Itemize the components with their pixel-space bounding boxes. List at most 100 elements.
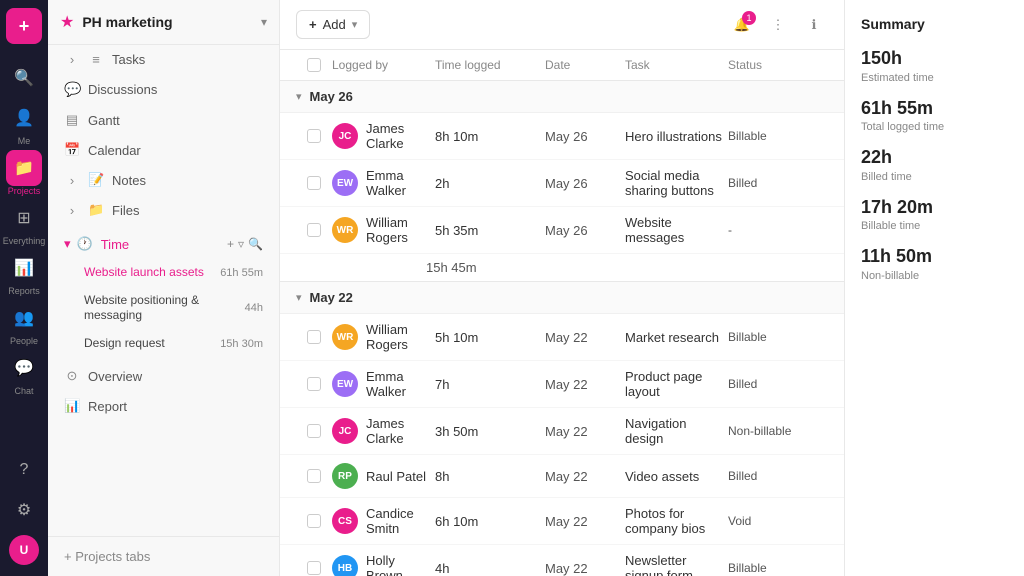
time-filter-icon[interactable]: ▿ xyxy=(238,237,244,251)
date-group-header-1[interactable]: ▾ May 22 xyxy=(280,282,844,314)
tasks-list-icon: ≡ xyxy=(88,52,104,67)
avatar: EW xyxy=(332,371,358,397)
projects-label: Projects xyxy=(8,186,41,196)
sidebar-item-files[interactable]: › 📁 Files xyxy=(48,195,279,225)
row-checkbox-cell[interactable] xyxy=(296,377,332,391)
reports-button[interactable]: 📊 xyxy=(6,250,42,286)
top-right-actions: 🔔 1 ⋮ ℹ xyxy=(728,11,828,39)
search-button[interactable]: 🔍 xyxy=(6,60,42,96)
row-checkbox-cell[interactable] xyxy=(296,514,332,528)
add-chevron-icon: ▾ xyxy=(352,18,358,31)
row-checkbox-icon[interactable] xyxy=(307,330,321,344)
user-cell: WR William Rogers xyxy=(332,322,435,352)
everything-button[interactable]: ⊞ xyxy=(6,200,42,236)
user-name: Raul Patel xyxy=(366,469,426,484)
status-cell: Billable xyxy=(728,330,828,344)
more-options-button[interactable]: ⋮ xyxy=(764,11,792,39)
new-button[interactable]: + xyxy=(6,8,42,44)
time-subitem-design-request[interactable]: Design request 15h 30m xyxy=(48,330,279,358)
avatar: CS xyxy=(332,508,358,534)
files-icon: 📁 xyxy=(88,202,104,218)
projects-button[interactable]: 📁 xyxy=(6,150,42,186)
stat-value-0: 150h xyxy=(861,48,1008,70)
row-checkbox-cell[interactable] xyxy=(296,330,332,344)
sidebar-item-calendar[interactable]: 📅 Calendar xyxy=(48,135,279,165)
row-checkbox-icon[interactable] xyxy=(307,223,321,237)
avatar: HB xyxy=(332,555,358,576)
row-checkbox-icon[interactable] xyxy=(307,469,321,483)
table-row: CS Candice Smitn 6h 10m May 22 Photos fo… xyxy=(280,498,844,545)
settings-button[interactable]: ⚙ xyxy=(6,492,42,528)
project-header[interactable]: ★ PH marketing ▾ xyxy=(48,0,279,45)
date-group-header-0[interactable]: ▾ May 26 xyxy=(280,81,844,113)
chat-button[interactable]: 💬 xyxy=(6,350,42,386)
me-button[interactable]: 👤 xyxy=(6,100,42,136)
row-checkbox-icon[interactable] xyxy=(307,514,321,528)
time-add-icon[interactable]: + xyxy=(227,237,234,251)
status-cell: Billed xyxy=(728,176,828,190)
select-all-checkbox[interactable] xyxy=(296,58,332,72)
avatar: RP xyxy=(332,463,358,489)
task-cell: Website messages xyxy=(625,215,728,245)
user-cell: RP Raul Patel xyxy=(332,463,435,489)
row-checkbox-icon[interactable] xyxy=(307,561,321,575)
sidebar-item-report[interactable]: 📊 Report xyxy=(48,391,279,421)
table-row: JC James Clarke 8h 10m May 26 Hero illus… xyxy=(280,113,844,160)
notes-chevron-icon: › xyxy=(64,173,80,188)
date-cell: May 26 xyxy=(545,176,625,191)
sidebar-item-overview[interactable]: ⊙ Overview xyxy=(48,361,279,391)
time-subitem-design-request-time: 15h 30m xyxy=(220,338,263,350)
time-logged-cell: 2h xyxy=(435,176,545,191)
checkbox-icon[interactable] xyxy=(307,58,321,72)
row-checkbox-cell[interactable] xyxy=(296,223,332,237)
date-cell: May 22 xyxy=(545,424,625,439)
user-cell: CS Candice Smitn xyxy=(332,506,435,536)
calendar-label: Calendar xyxy=(88,143,263,158)
row-checkbox-cell[interactable] xyxy=(296,469,332,483)
time-logged-cell: 7h xyxy=(435,377,545,392)
row-checkbox-cell[interactable] xyxy=(296,424,332,438)
table-row: RP Raul Patel 8h May 22 Video assets Bil… xyxy=(280,455,844,498)
user-cell: EW Emma Walker xyxy=(332,369,435,399)
chat-label: Chat xyxy=(14,386,33,396)
date-cell: May 22 xyxy=(545,514,625,529)
add-tabs-button[interactable]: + Projects tabs xyxy=(48,541,279,572)
date-cell: May 22 xyxy=(545,330,625,345)
tasks-icon: › xyxy=(64,52,80,67)
sidebar-item-tasks[interactable]: › ≡ Tasks xyxy=(48,45,279,74)
table-row: HB Holly Brown 4h May 22 Newsletter sign… xyxy=(280,545,844,576)
gantt-label: Gantt xyxy=(88,113,263,128)
col-task: Task xyxy=(625,58,728,72)
col-date: Date xyxy=(545,58,625,72)
time-subitem-design-request-name: Design request xyxy=(84,336,220,352)
time-search-icon[interactable]: 🔍 xyxy=(248,237,263,251)
row-checkbox-cell[interactable] xyxy=(296,561,332,575)
sidebar-item-discussions[interactable]: 💬 Discussions xyxy=(48,74,279,105)
add-button[interactable]: + Add ▾ xyxy=(296,10,370,39)
row-checkbox-icon[interactable] xyxy=(307,129,321,143)
help-button[interactable]: ? xyxy=(6,452,42,488)
nav-bottom: + Projects tabs xyxy=(48,536,279,576)
time-logged-cell: 6h 10m xyxy=(435,514,545,529)
row-checkbox-icon[interactable] xyxy=(307,176,321,190)
info-button[interactable]: ℹ xyxy=(800,11,828,39)
row-checkbox-icon[interactable] xyxy=(307,377,321,391)
avatar-button[interactable]: U xyxy=(6,532,42,568)
user-name: Emma Walker xyxy=(366,168,435,198)
sidebar-item-notes[interactable]: › 📝 Notes xyxy=(48,165,279,195)
row-checkbox-cell[interactable] xyxy=(296,129,332,143)
people-button[interactable]: 👥 xyxy=(6,300,42,336)
notification-button[interactable]: 🔔 1 xyxy=(728,11,756,39)
summary-stat-0: 150h Estimated time xyxy=(861,48,1008,84)
task-cell: Market research xyxy=(625,330,728,345)
row-checkbox-icon[interactable] xyxy=(307,424,321,438)
time-subitem-website-positioning[interactable]: Website positioning & messaging 44h xyxy=(48,287,279,330)
time-nav-item[interactable]: ▾ 🕐 Time + ▿ 🔍 xyxy=(48,229,279,259)
row-checkbox-cell[interactable] xyxy=(296,176,332,190)
time-subitem-website-positioning-name: Website positioning & messaging xyxy=(84,293,245,324)
group-chevron-icon: ▾ xyxy=(296,291,302,304)
files-chevron-icon: › xyxy=(64,203,80,218)
status-cell: Non-billable xyxy=(728,424,828,438)
sidebar-item-gantt[interactable]: ▤ Gantt xyxy=(48,105,279,135)
time-subitem-website-launch[interactable]: Website launch assets 61h 55m xyxy=(48,259,279,287)
